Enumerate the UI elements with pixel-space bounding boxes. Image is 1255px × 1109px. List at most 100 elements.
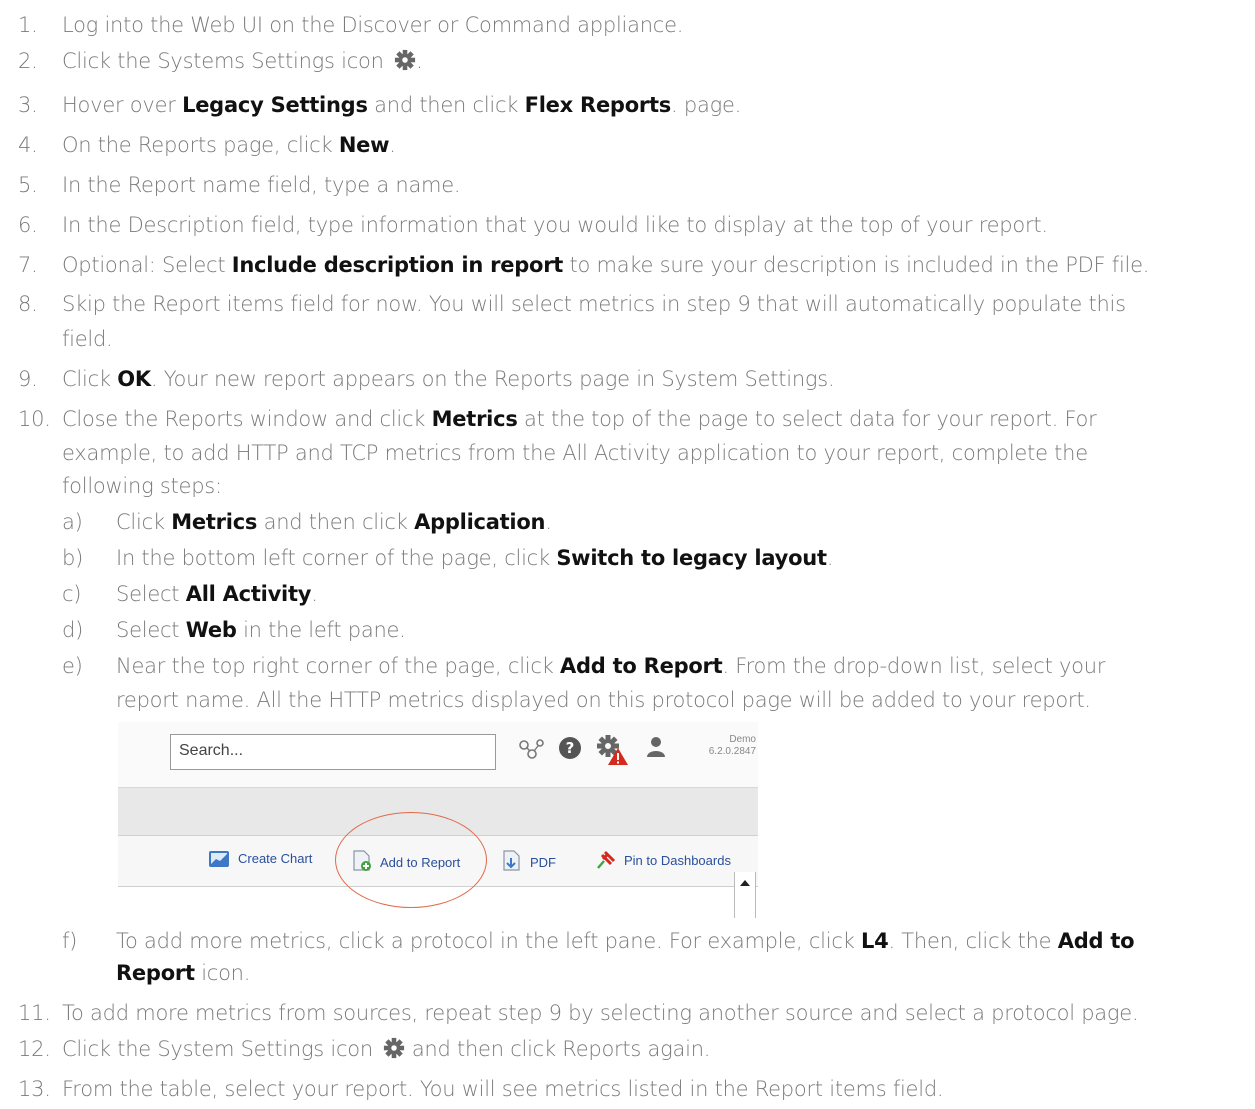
- step-number: b): [62, 546, 84, 570]
- ui-term: Include description in report: [231, 253, 564, 277]
- step-text: Optional: Select Include description in …: [62, 249, 1149, 281]
- pin-to-dashboards-button[interactable]: Pin to Dashboards: [594, 850, 731, 870]
- ui-term: L4: [860, 929, 889, 953]
- step-text-run: Click the System Settings icon: [62, 1037, 380, 1061]
- step-text-run: .: [545, 510, 552, 534]
- ui-term: Application: [414, 510, 546, 534]
- step-text-run: example, to add HTTP and TCP metrics fro…: [62, 441, 1088, 465]
- step-text-run: and then click Reports again.: [405, 1037, 711, 1061]
- ui-term: Add to: [1057, 929, 1135, 953]
- step-text-run: Near the top right corner of the page, c…: [116, 654, 560, 678]
- version-number: 6.2.0.2847: [708, 746, 756, 757]
- step-number: 12.: [18, 1037, 51, 1061]
- step-text-run: . Your new report appears on the Reports…: [150, 367, 835, 391]
- step-text: Log into the Web UI on the Discover or C…: [62, 9, 683, 41]
- step-number: 4.: [18, 133, 38, 157]
- ui-term: Flex Reports: [524, 93, 672, 117]
- ui-term: Report: [116, 961, 195, 985]
- step-text: In the bottom left corner of the page, c…: [116, 542, 833, 574]
- ui-term: Add to Report: [560, 654, 723, 678]
- step-text: To add more metrics, click a protocol in…: [116, 925, 1135, 957]
- step-text: Hover over Legacy Settings and then clic…: [62, 89, 741, 121]
- scrollbar[interactable]: [734, 872, 756, 918]
- step-text: example, to add HTTP and TCP metrics fro…: [62, 437, 1088, 469]
- step-text-run: To add more metrics, click a protocol in…: [116, 929, 861, 953]
- step-number: e): [62, 654, 83, 678]
- step-text: In the Report name field, type a name.: [62, 169, 461, 201]
- step-text: report name. All the HTTP metrics displa…: [116, 684, 1091, 716]
- pdf-icon: [503, 850, 520, 871]
- search-input[interactable]: Search...: [170, 734, 496, 770]
- step-text-run: From the table, select your report. You …: [62, 1077, 944, 1101]
- step-text-run: In the bottom left corner of the page, c…: [116, 546, 557, 570]
- version-label: Demo: [729, 734, 756, 745]
- ui-term: New: [338, 133, 390, 157]
- step-text-run: at the top of the page to select data fo…: [517, 407, 1097, 431]
- step-text: In the Description field, type informati…: [62, 209, 1048, 241]
- step-text-run: .: [311, 582, 318, 606]
- step-number: a): [62, 510, 83, 534]
- step-text-run: On the Reports page, click: [62, 133, 339, 157]
- step-text-run: and then click: [257, 510, 415, 534]
- step-text-run: and then click: [367, 93, 525, 117]
- settings-gear-icon: [383, 1036, 405, 1059]
- user-icon[interactable]: [646, 736, 666, 762]
- step-text-run: Log into the Web UI on the Discover or C…: [62, 13, 684, 37]
- pin-to-dashboards-label: Pin to Dashboards: [624, 853, 731, 868]
- step-text-run: to make sure your description is include…: [563, 253, 1150, 277]
- pdf-button[interactable]: PDF: [502, 850, 556, 872]
- step-number: 10.: [18, 407, 51, 431]
- step-text-run: In the Report name field, type a name.: [62, 173, 461, 197]
- step-text-run: .: [416, 49, 423, 73]
- settings-warning-icon[interactable]: [596, 734, 630, 770]
- step-text-run: icon.: [194, 961, 251, 985]
- step-text-run: . Then, click the: [888, 929, 1058, 953]
- step-text-run: field.: [62, 327, 113, 351]
- step-text-run: Click the Systems Settings icon: [62, 49, 391, 73]
- step-text-run: report name. All the HTTP metrics displa…: [116, 688, 1091, 712]
- svg-text:?: ?: [566, 739, 575, 757]
- step-text-run: Optional: Select: [62, 253, 232, 277]
- step-text: Click Metrics and then click Application…: [116, 506, 552, 538]
- step-text-run: . From the drop-down list, select your: [722, 654, 1106, 678]
- step-text: following steps:: [62, 470, 222, 502]
- create-chart-label: Create Chart: [238, 851, 313, 866]
- step-number: 7.: [18, 253, 38, 277]
- step-text-run: Select: [116, 618, 186, 642]
- step-text-run: To add more metrics from sources, repeat…: [62, 1001, 1139, 1025]
- step-number: 8.: [18, 292, 38, 316]
- step-text-run: in the left pane.: [236, 618, 406, 642]
- scroll-up-icon[interactable]: [735, 876, 755, 890]
- step-text-run: Click: [116, 510, 172, 534]
- step-text-run: Close the Reports window and click: [62, 407, 432, 431]
- activity-map-icon[interactable]: [518, 738, 546, 764]
- step-text-run: Skip the Report items field for now. You…: [62, 292, 1126, 316]
- step-text-run: .: [826, 546, 834, 570]
- step-number: f): [62, 929, 78, 953]
- step-text: Select Web in the left pane.: [116, 614, 406, 646]
- step-text: Close the Reports window and click Metri…: [62, 403, 1097, 435]
- step-text: Skip the Report items field for now. You…: [62, 288, 1126, 320]
- step-text-run: Hover over: [62, 93, 183, 117]
- step-text-run: .: [389, 133, 396, 157]
- step-text: Report icon.: [116, 957, 250, 989]
- step-number: d): [62, 618, 84, 642]
- step-text: On the Reports page, click New.: [62, 129, 396, 161]
- screenshot-header: Search... ? Demo 6.2.0.2847: [118, 722, 758, 788]
- step-text-run: . page.: [671, 93, 742, 117]
- extrahop-toolbar-screenshot: Search... ? Demo 6.2.0.2847 Create Chart: [118, 722, 758, 918]
- step-number: 3.: [18, 93, 38, 117]
- chart-icon: [209, 851, 229, 867]
- step-text-run: In the Description field, type informati…: [62, 213, 1048, 237]
- settings-gear-icon: [394, 48, 416, 71]
- ui-term: Web: [185, 618, 237, 642]
- help-icon[interactable]: ?: [558, 736, 582, 764]
- step-number: 1.: [18, 13, 38, 37]
- step-text-run: Select: [116, 582, 186, 606]
- create-chart-button[interactable]: Create Chart: [208, 850, 312, 868]
- add-to-report-highlight-circle: [335, 812, 487, 908]
- pin-icon: [597, 850, 616, 869]
- step-text: Click the System Settings icon and then …: [62, 1033, 710, 1065]
- step-text: Click OK. Your new report appears on the…: [62, 363, 835, 395]
- step-number: 2.: [18, 49, 38, 73]
